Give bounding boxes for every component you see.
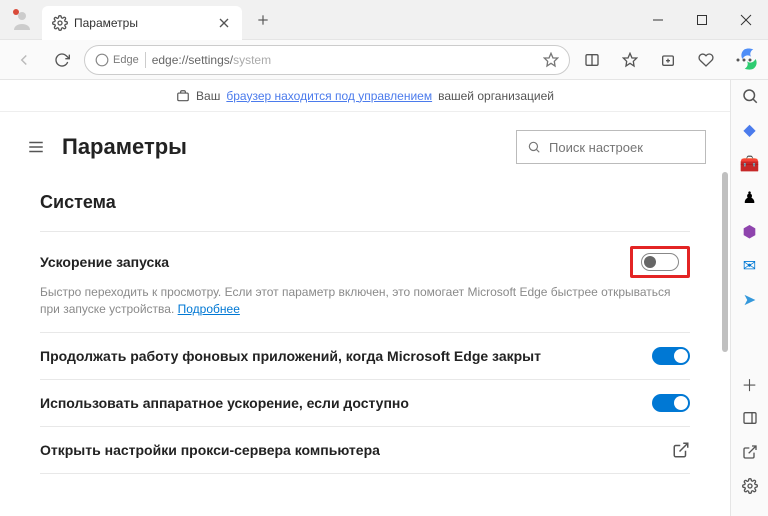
toggle-hardware-accel[interactable] (652, 394, 690, 412)
search-sidebar-icon[interactable] (740, 86, 760, 106)
setting-startup-boost: Ускорение запуска Быстро переходить к пр… (40, 231, 690, 332)
heart-icon[interactable] (690, 44, 722, 76)
favorite-icon[interactable] (543, 52, 559, 68)
toggle-background-apps[interactable] (652, 347, 690, 365)
external-sidebar-icon[interactable] (740, 442, 760, 462)
window-titlebar: Параметры (0, 0, 768, 40)
learn-more-link[interactable]: Подробнее (178, 302, 240, 316)
edge-icon: Edge (95, 53, 139, 67)
refresh-button[interactable] (46, 44, 78, 76)
new-tab-button[interactable] (248, 5, 278, 35)
system-section: Система Ускорение запуска Быстро переход… (0, 182, 730, 474)
external-link-icon (672, 441, 690, 459)
banner-prefix: Ваш (196, 89, 220, 103)
managed-banner: Ваш браузер находится под управлением ва… (0, 80, 730, 112)
settings-sidebar-icon[interactable] (740, 476, 760, 496)
plus-sidebar-icon[interactable]: ＋ (740, 374, 760, 394)
tab-title: Параметры (74, 16, 216, 30)
gear-icon (52, 15, 68, 31)
hamburger-icon[interactable] (24, 135, 48, 159)
collections-icon[interactable] (652, 44, 684, 76)
setting-label: Ускорение запуска (40, 254, 630, 270)
window-minimize-button[interactable] (636, 0, 680, 40)
setting-hardware-acceleration: Использовать аппаратное ускорение, если … (40, 379, 690, 426)
edge-sidebar: ◆ 🧰 ♟ ⬢ ✉ ➤ ＋ (730, 80, 768, 516)
settings-search-input[interactable] (549, 140, 725, 155)
settings-header: Параметры (0, 112, 730, 182)
content-area: Ваш браузер находится под управлением ва… (0, 80, 730, 516)
profile-badge[interactable] (10, 8, 34, 32)
address-bar[interactable]: Edge edge://settings/system (84, 45, 570, 75)
back-button[interactable] (8, 44, 40, 76)
search-icon (527, 140, 541, 154)
setting-label: Открыть настройки прокси-сервера компьют… (40, 442, 672, 458)
banner-link[interactable]: браузер находится под управлением (226, 89, 432, 103)
setting-label: Использовать аппаратное ускорение, если … (40, 395, 652, 411)
m365-sidebar-icon[interactable]: ⬢ (740, 222, 760, 242)
url-text: edge://settings/system (152, 53, 537, 67)
setting-background-apps: Продолжать работу фоновых приложений, ко… (40, 332, 690, 379)
shopping-sidebar-icon[interactable]: ◆ (740, 120, 760, 140)
section-title: Система (40, 192, 690, 213)
banner-suffix: вашей организацией (438, 89, 554, 103)
setting-proxy[interactable]: Открыть настройки прокси-сервера компьют… (40, 426, 690, 474)
setting-description: Быстро переходить к просмотру. Если этот… (40, 284, 690, 318)
settings-search[interactable] (516, 130, 706, 164)
briefcase-icon (176, 89, 190, 103)
toggle-startup-boost[interactable] (641, 253, 679, 271)
page-title: Параметры (62, 134, 516, 160)
url-label: Edge (113, 54, 139, 66)
send-sidebar-icon[interactable]: ➤ (740, 290, 760, 310)
setting-label: Продолжать работу фоновых приложений, ко… (40, 348, 652, 364)
favorites-icon[interactable] (614, 44, 646, 76)
scrollbar[interactable] (722, 172, 728, 352)
copilot-icon[interactable] (736, 46, 762, 72)
close-icon[interactable] (216, 15, 232, 31)
browser-toolbar: Edge edge://settings/system (0, 40, 768, 80)
panel-sidebar-icon[interactable] (740, 408, 760, 428)
divider (145, 52, 146, 68)
tools-sidebar-icon[interactable]: 🧰 (740, 154, 760, 174)
outlook-sidebar-icon[interactable]: ✉ (740, 256, 760, 276)
window-close-button[interactable] (724, 0, 768, 40)
browser-tab[interactable]: Параметры (42, 6, 242, 40)
window-maximize-button[interactable] (680, 0, 724, 40)
split-screen-icon[interactable] (576, 44, 608, 76)
games-sidebar-icon[interactable]: ♟ (740, 188, 760, 208)
highlight-annotation (630, 246, 690, 278)
